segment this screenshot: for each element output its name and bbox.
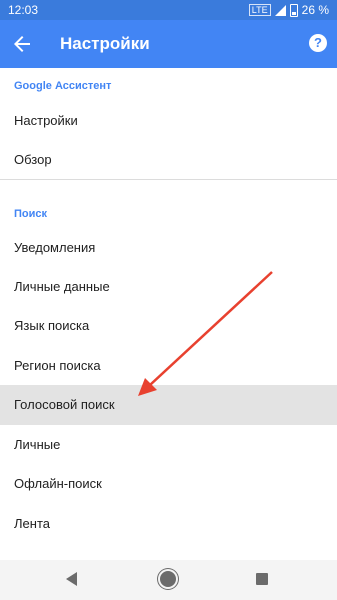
list-item-search-language[interactable]: Язык поиска (0, 306, 337, 346)
list-item-label: Личные данные (14, 279, 110, 294)
list-item-personal[interactable]: Личные (0, 425, 337, 465)
list-item-voice-search[interactable]: Голосовой поиск (0, 385, 337, 425)
network-type: LTE (248, 4, 271, 16)
list-item-label: Офлайн-поиск (14, 476, 102, 491)
battery-level: 26 % (301, 3, 329, 17)
list-item-label: Настройки (14, 113, 78, 128)
app-bar: Настройки ? (0, 20, 337, 68)
section-divider (0, 179, 337, 180)
battery-icon (289, 3, 298, 17)
page-title: Настройки (60, 34, 150, 53)
back-arrow-icon[interactable] (10, 32, 34, 56)
list-item-search-region[interactable]: Регион поиска (0, 346, 337, 386)
nav-recents-icon[interactable] (256, 573, 268, 585)
system-nav-bar (0, 560, 337, 600)
list-item-label: Язык поиска (14, 318, 90, 333)
list-item-label: Обзор (14, 152, 52, 167)
list-item-label: Личные (14, 437, 61, 452)
list-item-notifications[interactable]: Уведомления (0, 228, 337, 268)
section-header-assistant: Google Ассистент (14, 80, 112, 92)
list-item-assistant-settings[interactable]: Настройки (0, 101, 337, 141)
help-icon[interactable]: ? (309, 34, 327, 52)
status-icons: LTE 26 % (248, 3, 329, 17)
list-item-feed[interactable]: Лента (0, 504, 337, 544)
list-item-personal-data[interactable]: Личные данные (0, 267, 337, 307)
list-item-label: Голосовой поиск (14, 397, 115, 412)
list-item-offline-search[interactable]: Офлайн-поиск (0, 464, 337, 504)
status-bar: 12:03 LTE 26 % (0, 0, 337, 20)
nav-back-icon[interactable] (66, 572, 77, 586)
list-item-label: Уведомления (14, 240, 96, 255)
status-time: 12:03 (8, 3, 39, 17)
nav-home-icon[interactable] (160, 571, 176, 587)
signal-icon (274, 4, 286, 16)
list-item-label: Лента (14, 516, 50, 531)
section-header-search: Поиск (14, 208, 48, 220)
list-item-label: Регион поиска (14, 358, 101, 373)
list-item-overview[interactable]: Обзор (0, 140, 337, 180)
settings-list: Google Ассистент Настройки Обзор Поиск У… (0, 68, 337, 566)
